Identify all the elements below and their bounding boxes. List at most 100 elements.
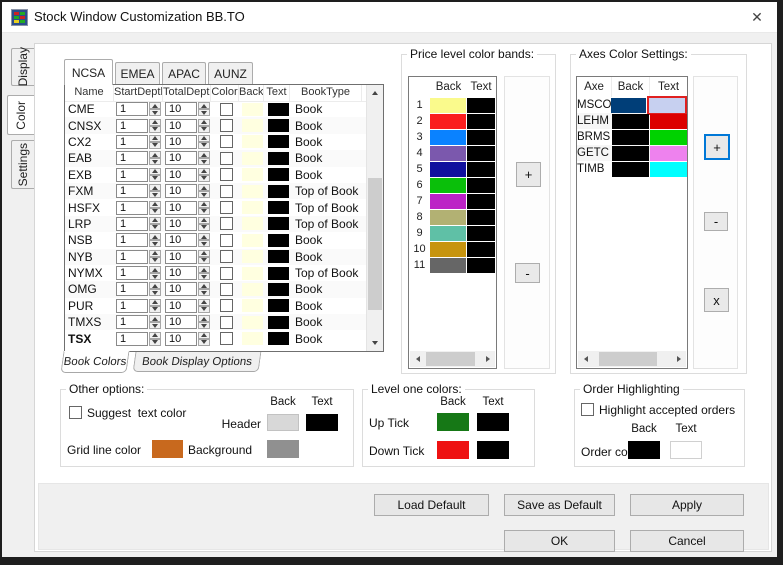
spinner-down-button[interactable] [198, 240, 210, 248]
spinner-up-button[interactable] [149, 200, 161, 208]
spinner-value[interactable]: 10 [165, 282, 197, 297]
spinner-up-button[interactable] [149, 151, 161, 159]
band-back-swatch[interactable] [430, 145, 466, 161]
spinner-up-button[interactable] [149, 134, 161, 142]
spinner-down-button[interactable] [198, 191, 210, 199]
spinner-down-button[interactable] [198, 125, 210, 133]
scrollbar-thumb[interactable] [599, 352, 657, 366]
axis-row[interactable]: MSCO [577, 95, 687, 115]
text-color-swatch[interactable] [267, 135, 289, 149]
side-tab-color[interactable]: Color [7, 95, 34, 135]
total-depth-spinner[interactable]: 10 [165, 282, 210, 297]
start-depth-spinner[interactable]: 1 [116, 282, 161, 297]
spinner-value[interactable]: 1 [116, 151, 148, 166]
color-checkbox[interactable] [219, 266, 233, 280]
spinner-up-button[interactable] [149, 167, 161, 175]
spinner-up-button[interactable] [149, 266, 161, 274]
spinner-up-button[interactable] [198, 102, 210, 110]
scrollbar-up-button[interactable] [367, 85, 383, 101]
color-checkbox[interactable] [219, 168, 233, 182]
total-depth-spinner[interactable]: 10 [165, 266, 210, 281]
spinner-value[interactable]: 1 [116, 298, 148, 313]
back-color-swatch[interactable] [242, 119, 263, 133]
spinner-value[interactable]: 1 [116, 134, 148, 149]
text-color-swatch[interactable] [267, 315, 289, 329]
color-checkbox[interactable] [219, 233, 233, 247]
spinner-up-button[interactable] [198, 315, 210, 323]
color-checkbox[interactable] [219, 315, 233, 329]
color-checkbox[interactable] [219, 184, 233, 198]
band-text-swatch[interactable] [467, 193, 495, 209]
spinner-down-button[interactable] [198, 338, 210, 346]
total-depth-spinner[interactable]: 10 [165, 134, 210, 149]
scrollbar-right-button[interactable] [671, 351, 686, 367]
spinner-up-button[interactable] [198, 249, 210, 257]
color-checkbox[interactable] [219, 299, 233, 313]
spinner-down-button[interactable] [198, 322, 210, 330]
axis-row[interactable]: BRMS [577, 129, 687, 145]
spinner-down-button[interactable] [198, 158, 210, 166]
total-depth-spinner[interactable]: 10 [165, 151, 210, 166]
spinner-value[interactable]: 10 [165, 298, 197, 313]
start-depth-spinner[interactable]: 1 [116, 298, 161, 313]
spinner-value[interactable]: 1 [116, 200, 148, 215]
spinner-up-button[interactable] [149, 102, 161, 110]
spinner-down-button[interactable] [149, 273, 161, 281]
back-color-swatch[interactable] [242, 250, 263, 264]
axis-row[interactable]: LEHM [577, 113, 687, 129]
spinner-up-button[interactable] [149, 216, 161, 224]
total-depth-spinner[interactable]: 10 [165, 249, 210, 264]
spinner-value[interactable]: 1 [116, 216, 148, 231]
band-text-swatch[interactable] [467, 177, 495, 193]
remove-band-button[interactable]: - [515, 263, 540, 283]
start-depth-spinner[interactable]: 1 [116, 151, 161, 166]
horizontal-scrollbar[interactable] [578, 351, 686, 367]
spinner-value[interactable]: 10 [165, 118, 197, 133]
spinner-down-button[interactable] [149, 158, 161, 166]
band-text-swatch[interactable] [467, 113, 495, 129]
spinner-value[interactable]: 10 [165, 167, 197, 182]
scrollbar-right-button[interactable] [480, 351, 495, 367]
color-checkbox[interactable] [219, 102, 233, 116]
band-text-swatch[interactable] [467, 209, 495, 225]
band-back-swatch[interactable] [430, 161, 466, 177]
start-depth-spinner[interactable]: 1 [116, 134, 161, 149]
spinner-down-button[interactable] [198, 256, 210, 264]
band-text-swatch[interactable] [467, 97, 495, 113]
color-checkbox[interactable] [219, 119, 233, 133]
color-checkbox[interactable] [219, 135, 233, 149]
order-back-swatch[interactable] [628, 441, 660, 459]
band-text-swatch[interactable] [467, 161, 495, 177]
band-text-swatch[interactable] [467, 257, 495, 273]
axis-back-swatch[interactable] [612, 145, 649, 161]
text-color-swatch[interactable] [267, 217, 289, 231]
spinner-up-button[interactable] [149, 331, 161, 339]
text-color-swatch[interactable] [267, 168, 289, 182]
spinner-down-button[interactable] [198, 273, 210, 281]
back-color-swatch[interactable] [242, 332, 263, 346]
spinner-value[interactable]: 10 [165, 151, 197, 166]
header-text-swatch[interactable] [306, 414, 338, 431]
text-color-swatch[interactable] [267, 282, 289, 296]
spinner-down-button[interactable] [198, 141, 210, 149]
band-text-swatch[interactable] [467, 145, 495, 161]
total-depth-spinner[interactable]: 10 [165, 102, 210, 117]
spinner-value[interactable]: 10 [165, 331, 197, 346]
spinner-up-button[interactable] [149, 249, 161, 257]
spinner-down-button[interactable] [149, 109, 161, 117]
spinner-up-button[interactable] [198, 151, 210, 159]
up-tick-back-swatch[interactable] [437, 413, 469, 431]
color-checkbox[interactable] [219, 282, 233, 296]
text-color-swatch[interactable] [267, 250, 289, 264]
scrollbar-down-button[interactable] [367, 335, 383, 351]
price-band-row[interactable]: 1 [409, 97, 496, 113]
spinner-down-button[interactable] [149, 174, 161, 182]
order-text-swatch[interactable] [670, 441, 702, 459]
spinner-value[interactable]: 1 [116, 167, 148, 182]
price-band-row[interactable]: 8 [409, 209, 496, 225]
band-back-swatch[interactable] [430, 241, 466, 257]
spinner-value[interactable]: 1 [116, 315, 148, 330]
axis-text-swatch[interactable] [647, 95, 687, 115]
spinner-down-button[interactable] [198, 223, 210, 231]
spinner-down-button[interactable] [198, 289, 210, 297]
